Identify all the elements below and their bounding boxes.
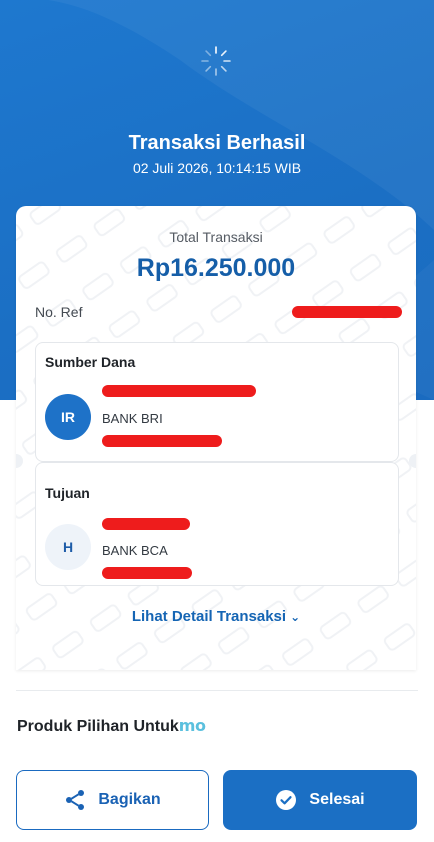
share-button-label: Bagikan — [98, 791, 161, 808]
loading-spinner-icon — [201, 46, 231, 76]
page-title: Transaksi Berhasil — [128, 132, 306, 154]
total-amount: Rp16.250.000 — [136, 254, 296, 282]
divider — [16, 690, 418, 691]
avatar: H — [45, 524, 91, 570]
source-name-redaction — [102, 385, 256, 397]
source-section-title: Sumber Dana — [45, 354, 136, 370]
recommendation-heading: Produk Pilihan Untukmo — [17, 716, 206, 736]
bottom-action-bar: Bagikan Selesai — [0, 752, 434, 842]
view-transaction-detail-link[interactable]: Lihat Detail Transaksi ⌄ — [16, 608, 416, 625]
receipt-card: Total Transaksi Rp16.250.000 No. Ref Sum… — [16, 206, 416, 670]
source-account-redaction — [102, 435, 222, 447]
source-bank: BANK BRI — [102, 411, 163, 426]
detail-link-label: Lihat Detail Transaksi — [131, 608, 287, 625]
chevron-down-icon: ⌄ — [290, 610, 301, 624]
destination-section-title: Tujuan — [45, 485, 90, 501]
ref-number-redaction — [292, 306, 402, 318]
card-notch-right — [409, 454, 416, 468]
destination-box: Tujuan H BANK BCA — [35, 462, 399, 586]
destination-bank: BANK BCA — [102, 543, 168, 558]
destination-name-redaction — [102, 518, 190, 530]
done-button-label: Selesai — [309, 791, 365, 808]
transaction-datetime: 02 Juli 2026, 10:14:15 WIB — [132, 160, 302, 176]
avatar: IR — [45, 394, 91, 440]
share-button[interactable]: Bagikan — [16, 770, 209, 830]
recommendation-label: Produk Pilihan Untuk — [17, 718, 179, 735]
share-icon — [64, 789, 86, 811]
done-button[interactable]: Selesai — [223, 770, 417, 830]
mo-brand-logo: mo — [178, 716, 206, 735]
destination-account-redaction — [102, 567, 192, 579]
source-of-funds-box: Sumber Dana IR BANK BRI — [35, 342, 399, 462]
check-circle-icon — [275, 789, 297, 811]
total-label: Total Transaksi — [169, 229, 263, 245]
ref-label: No. Ref — [35, 304, 83, 320]
